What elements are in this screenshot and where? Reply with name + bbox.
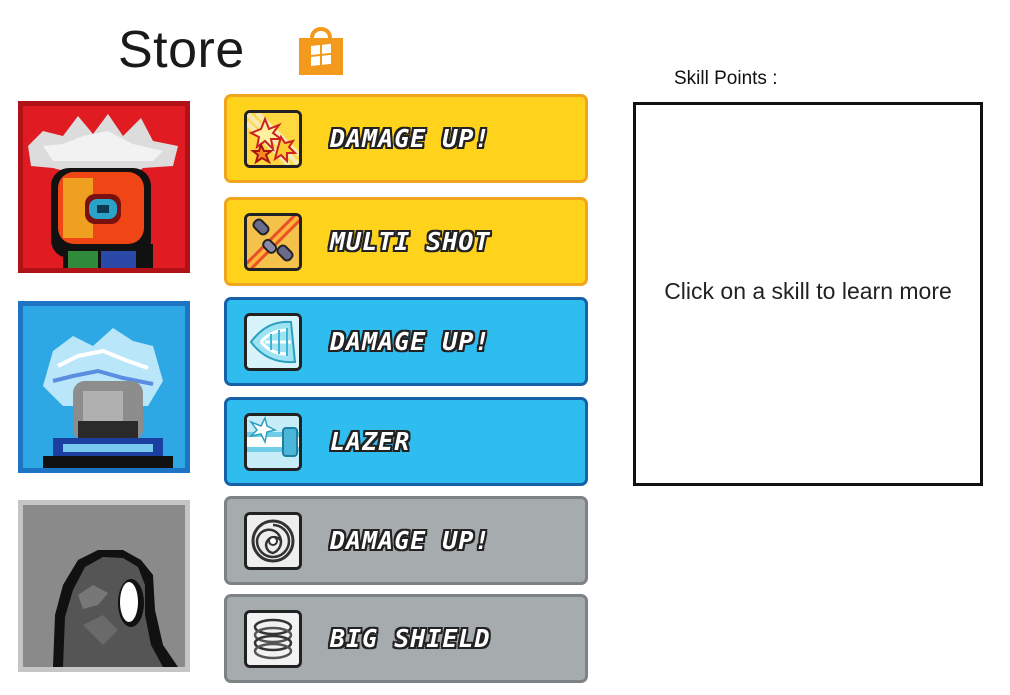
skill-big-shield[interactable]: BIG SHIELD — [224, 594, 588, 683]
gray-character-portrait[interactable] — [18, 500, 190, 672]
skill-damage-up-blue[interactable]: DAMAGE UP! — [224, 297, 588, 386]
page-title: Store — [118, 21, 245, 79]
store-bag-icon — [299, 27, 343, 75]
shield-icon — [244, 609, 302, 668]
skill-label: DAMAGE UP! — [330, 124, 491, 153]
ice-blast-icon — [244, 312, 302, 371]
skill-label: DAMAGE UP! — [330, 327, 491, 356]
skill-points-label: Skill Points : — [674, 68, 778, 89]
skill-label: BIG SHIELD — [330, 624, 491, 653]
skill-multi-shot[interactable]: MULTI SHOT — [224, 197, 588, 286]
skill-label: DAMAGE UP! — [330, 526, 491, 555]
multi-shot-icon — [244, 212, 302, 271]
vortex-icon — [244, 511, 302, 570]
skill-label: LAZER — [330, 427, 411, 456]
explosion-icon — [244, 109, 302, 168]
skill-label: MULTI SHOT — [330, 227, 491, 256]
skill-damage-up-gray[interactable]: DAMAGE UP! — [224, 496, 588, 585]
gray-character-icon — [23, 505, 185, 667]
skill-damage-up-red[interactable]: DAMAGE UP! — [224, 94, 588, 183]
blue-character-portrait[interactable] — [18, 301, 190, 473]
lazer-icon — [244, 412, 302, 471]
skill-info-text: Click on a skill to learn more — [664, 277, 952, 304]
skill-lazer[interactable]: LAZER — [224, 397, 588, 486]
red-character-portrait[interactable] — [18, 101, 190, 273]
skill-info-panel: Click on a skill to learn more — [633, 102, 983, 486]
red-character-icon — [23, 106, 185, 268]
blue-character-icon — [23, 306, 185, 468]
